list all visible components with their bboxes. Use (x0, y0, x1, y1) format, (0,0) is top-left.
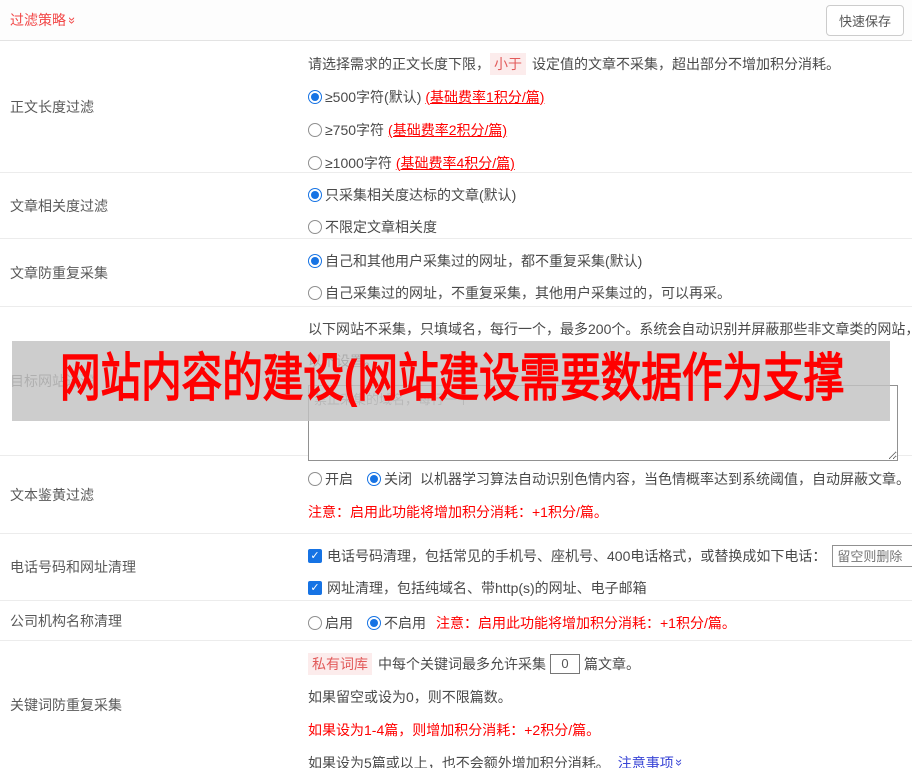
checkbox-checked-icon (308, 549, 322, 563)
radio-unselected-icon (308, 472, 322, 486)
row-body-length-filter: 正文长度过滤 请选择需求的正文长度下限， 小于 设定值的文章不采集，超出部分不增… (0, 41, 912, 173)
checkbox-url-cleanup[interactable]: 网址清理，包括纯域名、带http(s)的网址、电子邮箱 (308, 578, 647, 598)
keyword-note-fee: 如果设为1-4篇，则增加积分消耗：+2积分/篇。 (308, 713, 904, 746)
radio-unselected-icon (308, 286, 322, 300)
radio-option-company-cleanup-off[interactable]: 不启用 (367, 613, 426, 633)
keyword-note-empty: 如果留空或设为0，则不限篇数。 (308, 680, 904, 713)
checkbox-checked-icon (308, 581, 322, 595)
radio-selected-icon (367, 616, 381, 630)
chevron-double-down-icon (66, 16, 79, 23)
row-anti-duplicate: 文章防重复采集 自己和其他用户采集过的网址，都不重复采集(默认) 自己采集过的网… (0, 239, 912, 307)
fee-note: (基础费率2积分/篇) (388, 120, 507, 140)
row-target-site-filter: 目标网站过滤 以下网站不采集，只填域名，每行一个，最多200个。系统会自动识别并… (0, 307, 912, 456)
radio-option-500-chars[interactable]: ≥500字符(默认) (基础费率1积分/篇) (308, 87, 544, 107)
fee-note: (基础费率4积分/篇) (396, 153, 515, 173)
blocked-domains-textarea[interactable] (308, 385, 898, 461)
radio-option-750-chars[interactable]: ≥750字符 (基础费率2积分/篇) (308, 120, 507, 140)
radio-unselected-icon (308, 123, 322, 137)
row-keyword-anti-duplicate: 关键词防重复采集 私有词库 中每个关键词最多允许采集 篇文章。 如果留空或设为0… (0, 641, 912, 768)
row-content: 私有词库 中每个关键词最多允许采集 篇文章。 如果留空或设为0，则不限篇数。 如… (308, 641, 912, 768)
row-porn-filter: 文本鉴黄过滤 开启 关闭 以机器学习算法自动识别色情内容，当色情概率达到系统阈值… (0, 456, 912, 534)
radio-option-relevance-unlimited[interactable]: 不限定文章相关度 (308, 217, 437, 237)
row-label: 公司机构名称清理 (0, 601, 308, 640)
porn-filter-warning: 注意：启用此功能将增加积分消耗：+1积分/篇。 (308, 495, 910, 528)
filter-strategy-page: 过滤策略 快速保存 正文长度过滤 请选择需求的正文长度下限， 小于 设定值的文章… (0, 0, 912, 768)
length-filter-intro: 请选择需求的正文长度下限， 小于 设定值的文章不采集，超出部分不增加积分消耗。 (308, 47, 904, 80)
target-site-tip-line1: 以下网站不采集，只填域名，每行一个，最多200个。系统会自动识别并屏蔽那些非文章… (308, 313, 912, 345)
radio-option-1000-chars[interactable]: ≥1000字符 (基础费率4积分/篇) (308, 153, 515, 173)
chevron-double-down-icon (673, 759, 686, 766)
radio-option-relevance-qualified[interactable]: 只采集相关度达标的文章(默认) (308, 185, 516, 205)
row-content: 开启 关闭 以机器学习算法自动识别色情内容，当色情概率达到系统阈值，自动屏蔽文章… (308, 456, 912, 533)
row-content: 自己和其他用户采集过的网址，都不重复采集(默认) 自己采集过的网址，不重复采集，… (308, 239, 912, 306)
radio-selected-icon (308, 90, 322, 104)
row-label: 文本鉴黄过滤 (0, 456, 308, 533)
radio-selected-icon (308, 254, 322, 268)
radio-selected-icon (308, 188, 322, 202)
row-label: 目标网站过滤 (0, 307, 308, 455)
row-content: 电话号码清理，包括常见的手机号、座机号、400电话格式，或替换成如下电话： 网址… (308, 534, 912, 600)
notice-items-link[interactable]: 注意事项 (618, 753, 683, 768)
row-content: 启用 不启用 注意：启用此功能将增加积分消耗：+1积分/篇。 (308, 601, 912, 640)
row-relevance-filter: 文章相关度过滤 只采集相关度达标的文章(默认) 不限定文章相关度 (0, 173, 912, 239)
row-content: 只采集相关度达标的文章(默认) 不限定文章相关度 (308, 173, 912, 238)
radio-unselected-icon (308, 616, 322, 630)
porn-filter-desc: 以机器学习算法自动识别色情内容，当色情概率达到系统阈值，自动屏蔽文章。 (420, 469, 910, 489)
replacement-phone-input[interactable] (832, 545, 912, 567)
radio-option-dedupe-self-only[interactable]: 自己采集过的网址，不重复采集，其他用户采集过的，可以再采。 (308, 283, 731, 303)
row-content: 以下网站不采集，只填域名，每行一个，最多200个。系统会自动识别并屏蔽那些非文章… (308, 307, 912, 455)
max-articles-per-keyword-input[interactable] (550, 654, 580, 674)
company-cleanup-warning: 注意：启用此功能将增加积分消耗：+1积分/篇。 (436, 613, 736, 633)
keyword-note-five-plus: 如果设为5篇或以上，也不会额外增加积分消耗。 (308, 753, 610, 768)
radio-option-porn-filter-off[interactable]: 关闭 (367, 469, 412, 489)
row-phone-url-cleanup: 电话号码和网址清理 电话号码清理，包括常见的手机号、座机号、400电话格式，或替… (0, 534, 912, 601)
row-label: 文章防重复采集 (0, 239, 308, 306)
radio-unselected-icon (308, 220, 322, 234)
less-than-highlight: 小于 (490, 53, 526, 75)
target-site-tip-line2: 以不设置。 (308, 345, 912, 377)
page-title: 过滤策略 (10, 10, 66, 30)
fee-note: (基础费率1积分/篇) (425, 87, 544, 107)
radio-option-dedupe-all-users[interactable]: 自己和其他用户采集过的网址，都不重复采集(默认) (308, 251, 642, 271)
row-label: 文章相关度过滤 (0, 173, 308, 238)
section-title-filter-strategy[interactable]: 过滤策略 (10, 10, 76, 30)
row-label: 关键词防重复采集 (0, 641, 308, 768)
private-thesaurus-link[interactable]: 私有词库 (308, 653, 372, 675)
radio-unselected-icon (308, 156, 322, 170)
radio-option-porn-filter-on[interactable]: 开启 (308, 469, 353, 489)
checkbox-phone-cleanup[interactable]: 电话号码清理，包括常见的手机号、座机号、400电话格式，或替换成如下电话： (308, 546, 826, 566)
quick-save-button[interactable]: 快速保存 (826, 5, 904, 36)
row-company-name-cleanup: 公司机构名称清理 启用 不启用 注意：启用此功能将增加积分消耗：+1积分/篇。 (0, 601, 912, 641)
row-content: 请选择需求的正文长度下限， 小于 设定值的文章不采集，超出部分不增加积分消耗。 … (308, 41, 912, 172)
topbar: 过滤策略 快速保存 (0, 0, 912, 41)
row-label: 正文长度过滤 (0, 41, 308, 172)
radio-selected-icon (367, 472, 381, 486)
row-label: 电话号码和网址清理 (0, 534, 308, 600)
radio-option-company-cleanup-on[interactable]: 启用 (308, 613, 353, 633)
